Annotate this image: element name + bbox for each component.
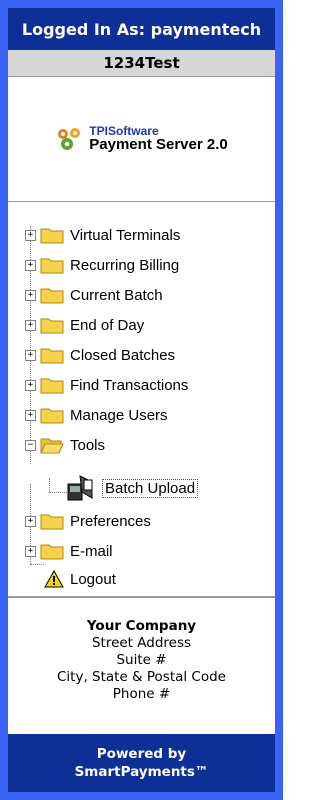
company-name: Your Company xyxy=(86,618,197,634)
navigation-tree: + Virtual Terminals + Recurring Billing … xyxy=(8,202,275,598)
powered-by-banner: Powered by SmartPayments™ xyxy=(8,734,275,792)
nav-item-email[interactable]: + E-mail xyxy=(25,542,113,560)
nav-item-find-transactions[interactable]: + Find Transactions xyxy=(25,376,188,394)
logo-product: Payment Server 2.0 xyxy=(89,136,228,154)
nav-item-batch-upload[interactable]: Batch Upload xyxy=(66,474,199,502)
nav-item-virtual-terminals[interactable]: + Virtual Terminals xyxy=(25,226,180,244)
nav-item-current-batch[interactable]: + Current Batch xyxy=(25,286,163,304)
nav-label: End of Day xyxy=(70,316,145,334)
nav-item-manage-users[interactable]: + Manage Users xyxy=(25,406,168,424)
collapse-icon[interactable]: − xyxy=(25,439,36,451)
batch-upload-icon xyxy=(67,475,93,501)
nav-label: Closed Batches xyxy=(70,346,176,364)
expand-icon[interactable]: + xyxy=(25,259,36,271)
company-phone: Phone # xyxy=(112,686,171,702)
nav-label: Recurring Billing xyxy=(70,256,180,274)
gears-icon xyxy=(58,128,81,150)
company-info: Your Company Street Address Suite # City… xyxy=(8,598,275,744)
expand-icon[interactable]: + xyxy=(25,319,36,331)
tree-line xyxy=(49,492,67,493)
nav-item-end-of-day[interactable]: + End of Day xyxy=(25,316,144,334)
tree-line xyxy=(49,478,50,492)
expand-icon[interactable]: + xyxy=(25,409,36,421)
folder-icon xyxy=(40,348,64,364)
sidebar-panel: Logged In As: paymentech 1234Test TPISof… xyxy=(0,0,283,800)
nav-label: Logout xyxy=(70,570,116,588)
company-suite: Suite # xyxy=(116,652,167,668)
nav-label: Preferences xyxy=(70,512,151,530)
company-street: Street Address xyxy=(91,635,192,651)
folder-icon xyxy=(40,258,64,274)
expand-icon[interactable]: + xyxy=(25,379,36,391)
nav-label: Batch Upload xyxy=(102,478,199,498)
open-folder-icon xyxy=(40,438,64,454)
expand-icon[interactable]: + xyxy=(25,289,36,301)
nav-item-closed-batches[interactable]: + Closed Batches xyxy=(25,346,175,364)
account-name: 1234Test xyxy=(103,54,180,72)
expand-icon[interactable]: + xyxy=(25,229,36,241)
folder-icon xyxy=(40,378,64,394)
folder-icon xyxy=(40,408,64,424)
expand-icon[interactable]: + xyxy=(25,545,36,557)
nav-item-recurring-billing[interactable]: + Recurring Billing xyxy=(25,256,179,274)
tree-line xyxy=(30,564,44,565)
warning-icon xyxy=(44,570,64,588)
nav-item-logout[interactable]: Logout xyxy=(44,570,116,588)
powered-by-line1: Powered by xyxy=(96,746,187,762)
nav-label: Virtual Terminals xyxy=(70,226,181,244)
expand-icon[interactable]: + xyxy=(25,515,36,527)
nav-label: Tools xyxy=(70,436,106,454)
folder-icon xyxy=(40,544,64,560)
logo-area: TPISoftware Payment Server 2.0 xyxy=(8,77,275,202)
folder-icon xyxy=(40,288,64,304)
nav-item-tools[interactable]: − Tools xyxy=(25,436,105,454)
powered-by-line2: SmartPayments™ xyxy=(74,764,209,780)
expand-icon[interactable]: + xyxy=(25,349,36,361)
logged-in-banner: Logged In As: paymentech xyxy=(8,8,275,50)
nav-label: Current Batch xyxy=(70,286,163,304)
nav-label: Find Transactions xyxy=(70,376,189,394)
nav-label: Manage Users xyxy=(70,406,168,424)
tpisoftware-logo: TPISoftware Payment Server 2.0 xyxy=(55,125,228,154)
nav-label: E-mail xyxy=(70,542,113,560)
folder-icon xyxy=(40,228,64,244)
company-city: City, State & Postal Code xyxy=(56,669,226,685)
account-bar: 1234Test xyxy=(8,50,275,77)
logged-in-text: Logged In As: paymentech xyxy=(21,19,262,39)
folder-icon xyxy=(40,318,64,334)
nav-item-preferences[interactable]: + Preferences xyxy=(25,512,151,530)
folder-icon xyxy=(40,514,64,530)
